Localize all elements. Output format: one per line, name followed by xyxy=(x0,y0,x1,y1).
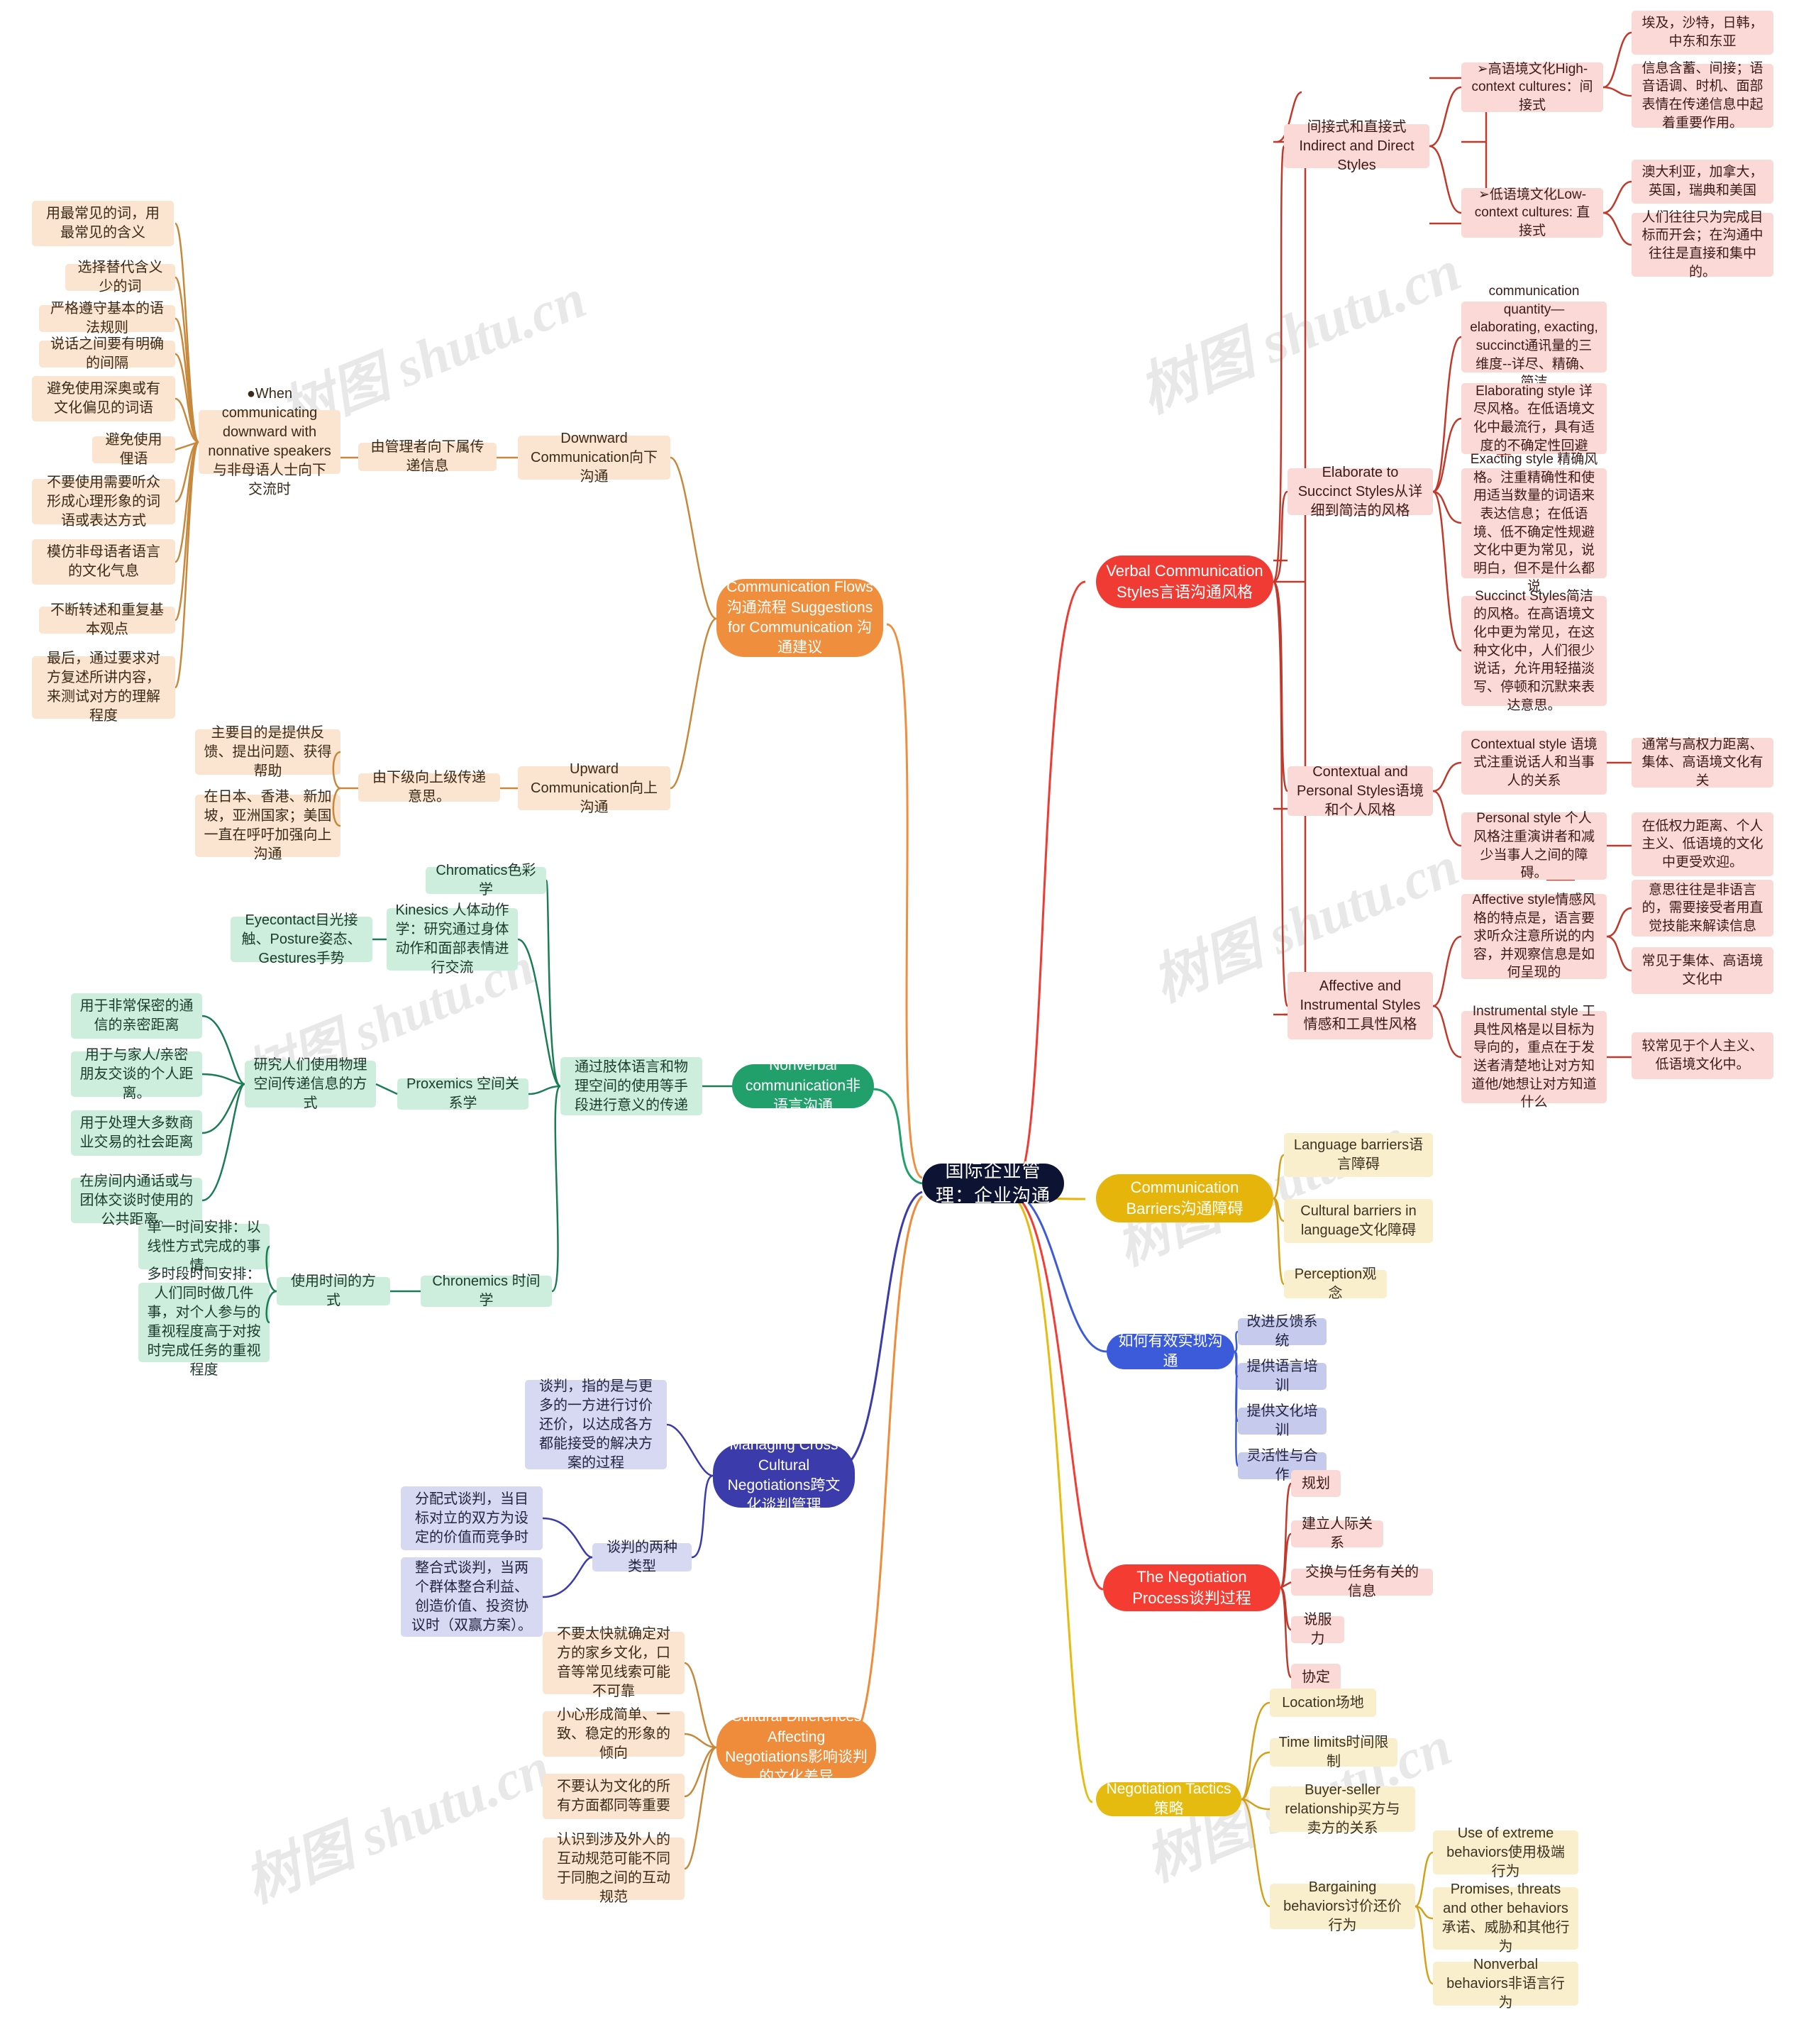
node-chronemics-type-0: 单一时间安排：以线性方式完成的事情。 xyxy=(138,1220,270,1274)
node-negotiation-step-0[interactable]: 规划 xyxy=(1291,1470,1341,1497)
node-downward-mid[interactable]: 由管理者向下属传递信息 xyxy=(358,439,497,474)
note-low-context-traits: 人们往往只为完成目标而开会；在沟通中往往是直接和集中的。 xyxy=(1632,210,1773,280)
node-upward-communication[interactable]: Upward Communication向上沟通 xyxy=(518,761,670,815)
node-elaborate-succinct-styles[interactable]: Elaborate to Succinct Styles从详细到简洁的风格 xyxy=(1288,465,1433,519)
node-bargaining-nonverbal: Nonverbal behaviors非语言行为 xyxy=(1433,1957,1578,2011)
node-downward-tip-1: 选择替代含义少的词 xyxy=(65,260,175,294)
node-downward-tip-9: 最后，通过要求对方复述所讲内容，来测试对方的理解程度 xyxy=(32,651,175,724)
node-tactic-bargaining-behaviors[interactable]: Bargaining behaviors讨价还价行为 xyxy=(1270,1879,1415,1933)
node-negotiation-definition[interactable]: 谈判，指的是与更多的一方进行讨价还价，以达成各方都能接受的解决方案的过程 xyxy=(525,1379,667,1471)
node-downward-tip-0: 用最常见的词，用最常见的含义 xyxy=(32,201,174,246)
node-contextual-style[interactable]: Contextual style 语境式注重说话人和当事人的关系 xyxy=(1461,731,1607,795)
note-low-context-regions: 澳大利亚，加拿大，英国，瑞典和美国 xyxy=(1632,160,1773,204)
note-affective-nonverbal: 意思往往是非语言的，需要接受者用直觉技能来解读信息 xyxy=(1632,880,1773,937)
node-downward-tip-7: 模仿非母语者语言的文化气息 xyxy=(32,539,175,585)
branch-negotiation-tactics[interactable]: Negotiation Tactics策略 xyxy=(1096,1781,1241,1817)
node-proxemics-distance-2: 用于处理大多数商业交易的社会距离 xyxy=(71,1110,202,1156)
node-proxemics[interactable]: Proxemics 空间关系学 xyxy=(397,1076,528,1111)
root-node[interactable]: 国际企业管理：企业沟通 xyxy=(922,1160,1064,1206)
node-effective-item-1[interactable]: 提供语言培训 xyxy=(1238,1359,1327,1393)
note-communication-quantity: communication quantity—elaborating, exac… xyxy=(1461,284,1607,390)
node-kinesics-detail[interactable]: Eyecontact目光接触、Posture姿态、Gestures手势 xyxy=(231,912,372,966)
node-effective-item-2[interactable]: 提供文化培训 xyxy=(1238,1403,1327,1438)
node-instrumental-style[interactable]: Instrumental style 工具性风格是以目标为导向的，重点在于发送者… xyxy=(1461,1004,1607,1110)
note-personal-style: 在低权力距离、个人主义、低语境的文化中更受欢迎。 xyxy=(1632,812,1773,876)
node-affective-style[interactable]: Affective style情感风格的特点是，语言要求听众注意所说的内容，并观… xyxy=(1461,893,1607,980)
node-cultural-diff-0: 不要太快就确定对方的家乡文化，口音等常见线索可能不可靠 xyxy=(543,1626,685,1699)
node-contextual-personal-styles[interactable]: Contextual and Personal Styles语境和个人风格 xyxy=(1288,764,1433,818)
node-cultural-diff-2: 不要认为文化的所有方面都同等重要 xyxy=(543,1774,685,1819)
note-exacting-style: Exacting style 精确风格。注重精确性和使用适当数量的词语来表达信息… xyxy=(1461,452,1607,594)
node-indirect-direct-styles[interactable]: 间接式和直接式 Indirect and Direct Styles xyxy=(1284,119,1429,173)
node-downward-communication[interactable]: Downward Communication向下沟通 xyxy=(518,431,670,485)
node-kinesics[interactable]: Kinesics 人体动作学：研究通过身体动作和面部表情进行交流 xyxy=(387,902,518,976)
node-low-context-cultures[interactable]: ➢低语境文化Low-context cultures: 直接式 xyxy=(1461,187,1603,238)
note-high-context-traits: 信息含蓄、间接；语音语调、时机、面部表情在传递信息中起着重要作用。 xyxy=(1632,61,1773,131)
branch-nonverbal-communication[interactable]: Nonverbal communication非语言沟通 xyxy=(732,1057,874,1114)
node-negotiation-step-1[interactable]: 建立人际关系 xyxy=(1291,1516,1383,1551)
branch-communication-barriers[interactable]: Communication Barriers沟通障碍 xyxy=(1096,1174,1273,1222)
node-high-context-cultures[interactable]: ➢高语境文化High-context cultures：间接式 xyxy=(1461,62,1603,113)
node-downward-tip-4: 避免使用深奥或有文化偏见的词语 xyxy=(32,376,175,421)
note-high-context-regions: 埃及，沙特，日韩，中东和东亚 xyxy=(1632,11,1773,55)
branch-cross-cultural-negotiations[interactable]: Managing Cross Cultural Negotiations跨文化谈… xyxy=(713,1437,855,1513)
node-tactic-buyer-seller[interactable]: Buyer-seller relationship买方与卖方的关系 xyxy=(1270,1782,1415,1836)
node-negotiation-step-4[interactable]: 协定 xyxy=(1291,1664,1341,1691)
note-instrumental-individualist: 较常见于个人主义、低语境文化中。 xyxy=(1632,1032,1773,1079)
branch-negotiation-process[interactable]: The Negotiation Process谈判过程 xyxy=(1103,1564,1280,1611)
node-proxemics-distance-3: 在房间内通话或与团体交谈时使用的公共距离。 xyxy=(71,1173,202,1227)
mindmap-canvas: 树图 shutu.cn 树图 shutu.cn 树图 shutu.cn 树图 s… xyxy=(0,0,1816,2044)
node-upward-tip-0: 主要目的是提供反馈、提出问题、获得帮助 xyxy=(195,725,340,779)
watermark: 树图 shutu.cn xyxy=(236,1735,559,1914)
node-effective-item-0[interactable]: 改进反馈系统 xyxy=(1238,1314,1327,1349)
node-negotiation-step-3[interactable]: 说服力 xyxy=(1291,1612,1344,1647)
node-affective-instrumental-styles[interactable]: Affective and Instrumental Styles情感和工具性风… xyxy=(1288,972,1433,1039)
node-upward-mid[interactable]: 由下级向上级传递意思。 xyxy=(358,770,500,805)
node-two-types-of-negotiation[interactable]: 谈判的两种类型 xyxy=(592,1540,692,1574)
branch-cultural-differences[interactable]: Cultural Differences Affecting Negotiati… xyxy=(716,1708,876,1785)
node-cultural-diff-1: 小心形成简单、一致、稳定的形象的倾向 xyxy=(543,1707,685,1761)
node-upward-tip-1: 在日本、香港、新加坡，亚洲国家；美国一直在呼吁加强向上沟通 xyxy=(195,789,340,862)
node-proxemics-detail[interactable]: 研究人们使用物理空间传递信息的方式 xyxy=(245,1057,376,1111)
note-elaborating-style: Elaborating style 详尽风格。在低语境文化中最流行，具有适度的不… xyxy=(1461,383,1607,454)
node-bargaining-extreme-behaviors: Use of extreme behaviors使用极端行为 xyxy=(1433,1825,1578,1879)
node-downward-tip-6: 不要使用需要听众形成心理形象的词语或表达方式 xyxy=(32,475,175,529)
node-proxemics-distance-1: 用于与家人/亲密朋友交谈的个人距离。 xyxy=(71,1047,202,1101)
node-downward-tip-3: 说话之间要有明确的间隔 xyxy=(39,336,175,371)
node-downward-tip-2: 严格遵守基本的语法规则 xyxy=(39,301,175,336)
note-contextual-style: 通常与高权力距离、集体、高语境文化有关 xyxy=(1632,737,1773,788)
node-downward-tip-5: 避免使用俚语 xyxy=(92,432,175,467)
node-nonverbal-mid[interactable]: 通过肢体语言和物理空间的使用等手段进行意义的传递 xyxy=(560,1057,702,1115)
node-chronemics[interactable]: Chronemics 时间学 xyxy=(421,1274,552,1308)
note-affective-collective: 常见于集体、高语境文化中 xyxy=(1632,947,1773,994)
node-proxemics-distance-0: 用于非常保密的通信的亲密距离 xyxy=(71,993,202,1039)
node-cultural-diff-3: 认识到涉及外人的互动规范可能不同于同胞之间的互动规范 xyxy=(543,1832,685,1905)
node-negotiation-step-2[interactable]: 交换与任务有关的信息 xyxy=(1291,1564,1433,1599)
branch-communication-flows[interactable]: Communication Flows沟通流程 Suggestions for … xyxy=(716,579,883,657)
node-cultural-barriers[interactable]: Cultural barriers in language文化障碍 xyxy=(1284,1199,1433,1243)
node-integrative-negotiation: 整合式谈判，当两个群体整合利益、创造价值、投资协议时（双赢方案）。 xyxy=(401,1557,543,1637)
watermark: 树图 shutu.cn xyxy=(1130,238,1470,425)
node-language-barriers[interactable]: Language barriers语言障碍 xyxy=(1284,1133,1433,1177)
node-chronemics-detail[interactable]: 使用时间的方式 xyxy=(277,1274,390,1308)
branch-verbal-communication-styles[interactable]: Verbal Communication Styles言语沟通风格 xyxy=(1096,556,1273,608)
node-chromatics[interactable]: Chromatics色彩学 xyxy=(426,863,546,897)
node-tactic-location[interactable]: Location场地 xyxy=(1270,1689,1376,1717)
branch-effective-communication[interactable]: 如何有效实现沟通 xyxy=(1107,1333,1234,1369)
node-perception[interactable]: Perception观念 xyxy=(1284,1266,1387,1301)
note-succinct-style: Succinct Styles简洁的风格。在高语境文化中更为常见，在这种文化中，… xyxy=(1461,589,1607,713)
node-chronemics-type-1: 多时段时间安排：人们同时做几件事，对个人参与的重视程度高于对按时完成任务的重视程… xyxy=(138,1266,270,1378)
node-distributive-negotiation: 分配式谈判，当目标对立的双方为设定的价值而竞争时 xyxy=(401,1486,543,1550)
node-downward-tip-8: 不断转述和重复基本观点 xyxy=(39,602,175,637)
node-tactic-time-limits[interactable]: Time limits时间限制 xyxy=(1270,1735,1397,1769)
node-downward-nonnative[interactable]: ●When communicating downward with nonnat… xyxy=(199,386,340,497)
node-personal-style[interactable]: Personal style 个人风格注重演讲者和减少当事人之间的障碍。 xyxy=(1461,811,1607,880)
node-bargaining-promises-threats: Promises, threats and other behaviors承诺、… xyxy=(1433,1882,1578,1955)
